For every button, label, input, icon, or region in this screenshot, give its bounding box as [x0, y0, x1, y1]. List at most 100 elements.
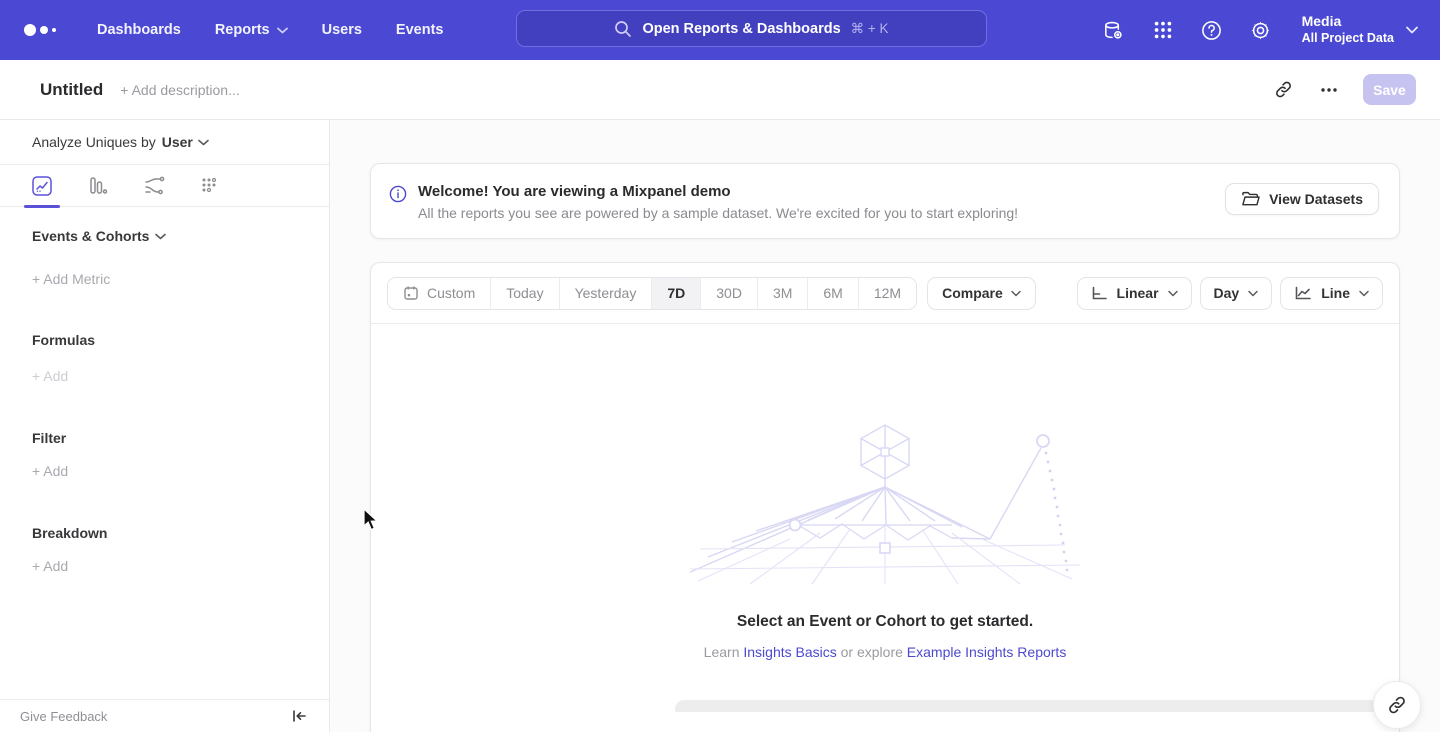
search-icon — [614, 20, 632, 38]
nav-item-events[interactable]: Events — [379, 14, 461, 46]
more-options-icon[interactable] — [1317, 78, 1341, 102]
range-label: 12M — [874, 285, 901, 301]
nav-item-dashboards[interactable]: Dashboards — [80, 14, 198, 46]
mixpanel-insights-page: Dashboards Reports Users Events Open Rep… — [0, 0, 1440, 732]
range-label: Custom — [427, 285, 475, 301]
nav-menu: Dashboards Reports Users Events — [80, 14, 460, 46]
project-name: Media — [1302, 13, 1394, 31]
nav-item-label: Events — [396, 22, 444, 38]
learn-prefix: Learn — [704, 644, 740, 660]
range-custom[interactable]: Custom — [388, 278, 491, 309]
project-scope: All Project Data — [1302, 31, 1394, 47]
nav-item-users[interactable]: Users — [305, 14, 379, 46]
report-header: Untitled + Add description... Save — [0, 60, 1440, 120]
give-feedback-link[interactable]: Give Feedback — [20, 709, 107, 724]
add-metric-button[interactable]: + Add Metric — [32, 271, 297, 287]
example-insights-reports-link[interactable]: Example Insights Reports — [907, 644, 1067, 660]
insights-basics-link[interactable]: Insights Basics — [743, 644, 836, 660]
main-content: Welcome! You are viewing a Mixpanel demo… — [330, 120, 1440, 732]
section-events-cohorts[interactable]: Events & Cohorts — [32, 228, 297, 244]
link-icon — [1387, 695, 1407, 715]
range-30d[interactable]: 30D — [701, 278, 758, 309]
add-filter-button[interactable]: + Add — [32, 463, 297, 479]
sidebar-footer: Give Feedback — [0, 699, 329, 732]
chevron-down-icon — [198, 139, 209, 146]
chevron-down-icon — [1011, 290, 1021, 297]
empty-state-title: Select an Event or Cohort to get started… — [737, 613, 1033, 631]
compare-label: Compare — [942, 285, 1003, 301]
copy-link-icon[interactable] — [1271, 78, 1295, 102]
interval-dropdown[interactable]: Day — [1200, 277, 1273, 310]
banner-title: Welcome! You are viewing a Mixpanel demo — [418, 183, 1225, 200]
range-3m[interactable]: 3M — [758, 278, 808, 309]
search-placeholder: Open Reports & Dashboards — [642, 21, 840, 37]
share-link-fab[interactable] — [1373, 681, 1421, 729]
view-datasets-button[interactable]: View Datasets — [1225, 183, 1379, 215]
section-title: Events & Cohorts — [32, 228, 149, 244]
range-label: 30D — [716, 285, 742, 301]
add-formula-button[interactable]: + Add — [32, 368, 297, 384]
range-label: Yesterday — [575, 285, 637, 301]
query-builder-sidebar: Analyze Uniques by User — [0, 120, 330, 732]
chevron-down-icon — [1168, 290, 1178, 297]
tab-insights-line[interactable] — [27, 171, 57, 201]
interval-label: Day — [1214, 285, 1240, 301]
nav-right: Media All Project Data — [1102, 0, 1418, 60]
line-chart-tab-icon — [31, 175, 53, 197]
mixpanel-logo-icon[interactable] — [24, 24, 60, 36]
range-12m[interactable]: 12M — [859, 278, 916, 309]
global-search[interactable]: Open Reports & Dashboards ⌘ + K — [516, 10, 987, 47]
chevron-down-icon — [1248, 290, 1258, 297]
linear-axis-icon — [1091, 286, 1108, 301]
add-breakdown-button[interactable]: + Add — [32, 558, 297, 574]
tab-bar-chart[interactable] — [83, 171, 113, 201]
compare-dropdown[interactable]: Compare — [927, 277, 1036, 310]
report-description-placeholder[interactable]: + Add description... — [120, 82, 239, 98]
chart-type-dropdown[interactable]: Line — [1280, 277, 1383, 310]
empty-state: Select an Event or Cohort to get started… — [371, 324, 1399, 732]
nav-item-label: Dashboards — [97, 22, 181, 38]
help-icon[interactable] — [1200, 18, 1224, 42]
line-chart-icon — [1294, 286, 1312, 301]
analyze-value: User — [162, 134, 193, 150]
chart-type-label: Line — [1321, 285, 1350, 301]
info-icon — [389, 185, 407, 203]
chevron-down-icon — [155, 233, 166, 240]
chart-toolbar: Custom Today Yesterday 7D 30D 3M 6M 12M … — [371, 263, 1399, 324]
chevron-down-icon — [1359, 290, 1369, 297]
nav-item-reports[interactable]: Reports — [198, 14, 305, 46]
range-label: Today — [506, 285, 543, 301]
save-button[interactable]: Save — [1363, 74, 1416, 105]
search-shortcut: ⌘ + K — [851, 21, 889, 37]
collapse-sidebar-icon[interactable] — [292, 709, 307, 723]
range-7d[interactable]: 7D — [652, 278, 701, 309]
apps-grid-icon[interactable] — [1151, 18, 1175, 42]
section-breakdown: Breakdown — [32, 525, 297, 541]
chevron-down-icon — [277, 27, 288, 34]
analyze-uniques-row: Analyze Uniques by User — [0, 120, 329, 165]
empty-state-links: Learn Insights Basics or explore Example… — [704, 644, 1067, 660]
tab-flows[interactable] — [139, 171, 169, 201]
range-label: 6M — [823, 285, 842, 301]
funnels-tab-icon — [199, 175, 221, 197]
empty-state-illustration — [690, 421, 1080, 586]
tab-funnels[interactable] — [195, 171, 225, 201]
top-nav: Dashboards Reports Users Events Open Rep… — [0, 0, 1440, 60]
data-management-icon[interactable] — [1102, 18, 1126, 42]
range-today[interactable]: Today — [491, 278, 559, 309]
nav-item-label: Reports — [215, 22, 270, 38]
bar-chart-tab-icon — [87, 175, 109, 197]
measurement-tabs — [0, 165, 329, 207]
report-title[interactable]: Untitled — [40, 80, 103, 100]
project-selector[interactable]: Media All Project Data — [1302, 13, 1418, 46]
range-6m[interactable]: 6M — [808, 278, 858, 309]
settings-gear-icon[interactable] — [1249, 18, 1273, 42]
range-label: 7D — [667, 285, 685, 301]
explore-middle: or explore — [841, 644, 903, 660]
scale-label: Linear — [1117, 285, 1159, 301]
scale-dropdown[interactable]: Linear — [1077, 277, 1192, 310]
analyze-label: Analyze Uniques by — [32, 134, 156, 150]
analyze-value-dropdown[interactable]: User — [162, 134, 209, 150]
insights-chart-card: Custom Today Yesterday 7D 30D 3M 6M 12M … — [370, 262, 1400, 732]
range-yesterday[interactable]: Yesterday — [560, 278, 653, 309]
